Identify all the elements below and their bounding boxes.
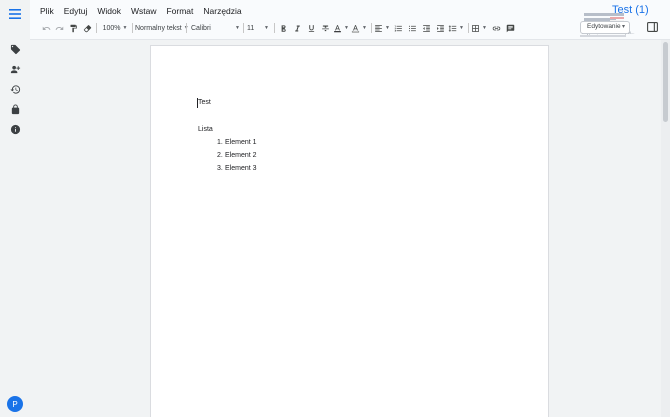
menu-plik[interactable]: Plik <box>40 5 54 17</box>
left-rail: P <box>0 0 30 417</box>
table-icon[interactable]: ▼ <box>471 21 487 35</box>
side-panel-icon[interactable] <box>644 19 660 35</box>
indent-increase-icon[interactable] <box>434 21 446 35</box>
menu-format[interactable]: Format <box>166 5 193 17</box>
document-canvas[interactable]: Test Lista 1. Element 1 2. Element 2 3. … <box>30 40 661 417</box>
menu-icon[interactable] <box>7 7 23 21</box>
line-spacing-icon[interactable]: ▼ <box>448 21 464 35</box>
header: Plik Edytuj Widok Wstaw Format Narzędzia… <box>30 0 670 40</box>
font-value: Calibri <box>191 24 211 32</box>
list-number: 1. <box>217 139 223 146</box>
link-icon[interactable] <box>490 21 502 35</box>
editing-mode-dropdown[interactable]: Edytowanie ▾ <box>580 21 630 34</box>
numbered-list-icon[interactable] <box>392 21 404 35</box>
clear-format-icon[interactable] <box>81 21 93 35</box>
history-icon[interactable] <box>6 80 24 98</box>
list-heading[interactable]: Lista <box>198 126 213 133</box>
bold-icon[interactable] <box>277 21 289 35</box>
chevron-down-icon: ▼ <box>482 25 487 31</box>
chevron-down-icon: ▼ <box>362 25 367 31</box>
italic-icon[interactable] <box>291 21 303 35</box>
chevron-down-icon: ▼ <box>122 25 128 31</box>
indent-decrease-icon[interactable] <box>420 21 432 35</box>
font-size-value: 11 <box>247 24 255 32</box>
document-title[interactable]: Test (1) <box>612 4 649 16</box>
zoom-dropdown[interactable]: 100% ▼ <box>100 21 130 35</box>
bullet-list-icon[interactable] <box>406 21 418 35</box>
redo-icon[interactable] <box>53 21 65 35</box>
menu-narzedzia[interactable]: Narzędzia <box>203 5 241 17</box>
editing-mode-label: Edytowanie <box>587 23 621 30</box>
document-page[interactable]: Test Lista 1. Element 1 2. Element 2 3. … <box>150 45 549 417</box>
menu-wstaw[interactable]: Wstaw <box>131 5 157 17</box>
chevron-down-icon: ▼ <box>235 25 240 31</box>
font-dropdown[interactable]: Calibri ▼ <box>191 21 241 35</box>
list-number: 3. <box>217 165 223 172</box>
text-color-icon[interactable]: ▼ <box>333 21 349 35</box>
paint-format-icon[interactable] <box>67 21 79 35</box>
zoom-value: 100% <box>102 24 121 32</box>
scrollbar-thumb[interactable] <box>663 42 668 122</box>
info-icon[interactable] <box>6 120 24 138</box>
user-avatar[interactable]: P <box>7 396 23 412</box>
strikethrough-icon[interactable] <box>319 21 331 35</box>
chevron-down-icon: ▼ <box>385 25 390 31</box>
comment-icon[interactable] <box>504 21 516 35</box>
chevron-down-icon: ▼ <box>459 25 464 31</box>
underline-icon[interactable] <box>305 21 317 35</box>
vertical-scrollbar[interactable] <box>661 40 670 417</box>
list-item[interactable]: Element 2 <box>225 152 257 159</box>
tag-icon[interactable] <box>6 40 24 58</box>
chevron-down-icon: ▾ <box>622 24 626 30</box>
chevron-down-icon: ▼ <box>264 25 269 31</box>
list-item[interactable]: Element 3 <box>225 165 257 172</box>
person-add-icon[interactable] <box>6 60 24 78</box>
menu-bar: Plik Edytuj Widok Wstaw Format Narzędzia <box>40 5 252 17</box>
paragraph-style-value: Normalny tekst <box>135 24 182 32</box>
list-number: 2. <box>217 152 223 159</box>
document-title-line[interactable]: Test <box>198 99 211 106</box>
paragraph-style-dropdown[interactable]: Normalny tekst▼ <box>135 21 189 35</box>
chevron-down-icon: ▼ <box>344 25 349 31</box>
font-size-dropdown[interactable]: 11 ▼ <box>247 21 271 35</box>
highlight-icon[interactable]: ▼ <box>351 21 367 35</box>
menu-widok[interactable]: Widok <box>97 5 121 17</box>
lock-icon[interactable] <box>6 100 24 118</box>
menu-edytuj[interactable]: Edytuj <box>64 5 88 17</box>
list-item[interactable]: Element 1 <box>225 139 257 146</box>
align-icon[interactable]: ▼ <box>374 21 390 35</box>
undo-icon[interactable] <box>40 21 52 35</box>
